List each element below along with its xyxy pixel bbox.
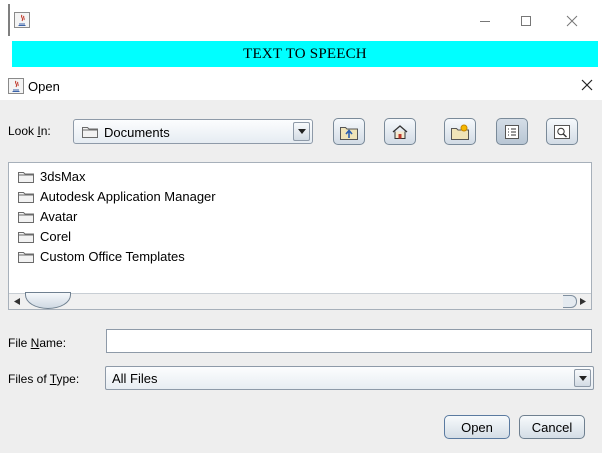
- java-app-icon: [14, 12, 30, 28]
- maximize-button[interactable]: [503, 6, 549, 36]
- file-name: Corel: [40, 228, 72, 244]
- home-icon: [392, 124, 408, 139]
- list-item[interactable]: Custom Office Templates: [18, 247, 185, 265]
- dialog-close-button[interactable]: [578, 77, 596, 93]
- open-dialog: Open Look In: Documents 3dsMax Autodesk …: [0, 70, 602, 453]
- folder-icon: [82, 127, 98, 138]
- home-button[interactable]: [384, 118, 416, 145]
- open-button[interactable]: Open: [444, 415, 510, 439]
- file-list[interactable]: 3dsMax Autodesk Application Manager Avat…: [8, 162, 592, 310]
- close-icon: [566, 15, 578, 27]
- look-in-label: Look In:: [8, 124, 51, 138]
- folder-icon: [18, 171, 34, 183]
- dropdown-arrow[interactable]: [574, 369, 591, 387]
- file-name: Custom Office Templates: [40, 248, 185, 264]
- file-name: Autodesk Application Manager: [40, 188, 216, 204]
- dialog-title: Open: [28, 79, 60, 94]
- dialog-titlebar: Open: [0, 70, 602, 100]
- list-item[interactable]: Corel: [18, 227, 71, 245]
- look-in-value: Documents: [104, 125, 170, 140]
- outer-window-titlebar: [0, 0, 602, 40]
- close-window-button[interactable]: [549, 6, 595, 36]
- files-of-type-value: All Files: [112, 371, 158, 386]
- arrow-left-icon: [14, 298, 20, 305]
- up-one-level-icon: [340, 126, 358, 140]
- arrow-right-icon: [580, 298, 586, 305]
- chevron-down-icon: [297, 129, 306, 134]
- window-edge: [8, 4, 10, 36]
- chevron-down-icon: [578, 375, 587, 381]
- file-name-label: File Name:: [8, 336, 67, 350]
- scroll-right-button[interactable]: [575, 294, 591, 309]
- minimize-button[interactable]: [462, 6, 508, 36]
- scrollbar-thumb[interactable]: [25, 292, 71, 309]
- list-item[interactable]: 3dsMax: [18, 167, 86, 185]
- folder-icon: [18, 251, 34, 263]
- file-name: 3dsMax: [40, 168, 86, 184]
- folder-icon: [18, 211, 34, 223]
- list-item[interactable]: Autodesk Application Manager: [18, 187, 216, 205]
- list-item[interactable]: Avatar: [18, 207, 77, 225]
- dropdown-arrow[interactable]: [293, 122, 310, 141]
- up-one-level-button[interactable]: [333, 118, 365, 145]
- details-view-button[interactable]: [546, 118, 578, 145]
- file-name-input[interactable]: [106, 329, 592, 353]
- horizontal-scrollbar[interactable]: [9, 292, 591, 309]
- list-view-button[interactable]: [496, 118, 528, 145]
- file-name: Avatar: [40, 208, 78, 224]
- look-in-combobox[interactable]: Documents: [73, 119, 313, 144]
- details-view-icon: [554, 124, 570, 139]
- minimize-icon: [480, 21, 490, 22]
- app-banner: TEXT TO SPEECH: [12, 41, 598, 67]
- new-folder-icon: [451, 124, 469, 140]
- files-of-type-label: Files of Type:: [8, 372, 80, 386]
- banner-title: TEXT TO SPEECH: [243, 45, 367, 62]
- folder-icon: [18, 231, 34, 243]
- files-of-type-combobox[interactable]: All Files: [105, 366, 594, 390]
- cancel-button[interactable]: Cancel: [519, 415, 585, 439]
- list-view-icon: [505, 124, 519, 139]
- scroll-left-button[interactable]: [9, 294, 25, 309]
- close-icon: [581, 79, 593, 91]
- java-app-icon: [8, 78, 24, 94]
- maximize-icon: [521, 16, 531, 26]
- new-folder-button[interactable]: [444, 118, 476, 145]
- folder-icon: [18, 191, 34, 203]
